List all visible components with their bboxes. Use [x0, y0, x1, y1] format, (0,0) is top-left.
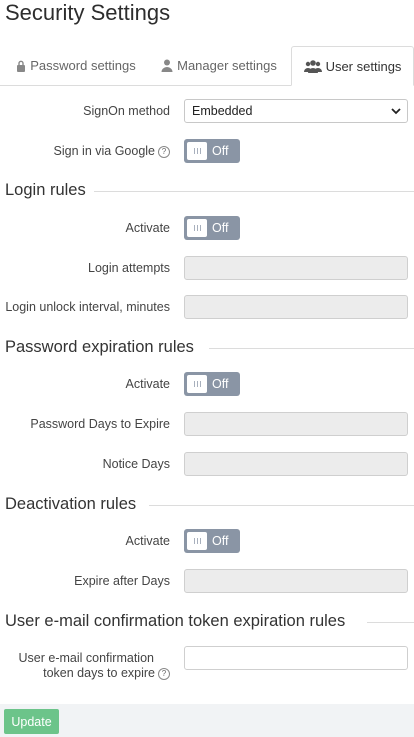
notice-days-label: Notice Days	[102, 457, 170, 471]
toggle-knob	[187, 375, 207, 393]
toggle-state: Off	[212, 377, 229, 391]
password-days-to-expire-label: Password Days to Expire	[30, 417, 170, 431]
email-token-days-label-line1: User e-mail confirmation	[18, 651, 154, 665]
help-icon[interactable]: ?	[158, 145, 170, 158]
toggle-knob	[187, 142, 207, 160]
login-activate-label: Activate	[125, 221, 170, 235]
lock-icon	[17, 60, 26, 72]
signon-method-label: SignOn method	[83, 104, 170, 118]
email-token-days-label-line2-text: token days to expire	[43, 666, 155, 680]
signon-method-select[interactable]: Embedded	[184, 99, 408, 123]
login-unlock-interval-label: Login unlock interval, minutes	[5, 300, 170, 314]
help-icon[interactable]: ?	[158, 667, 170, 680]
expire-after-days-input[interactable]	[184, 569, 408, 593]
email-token-days-input[interactable]	[184, 646, 408, 670]
login-activate-toggle[interactable]: Off	[184, 216, 240, 240]
toggle-knob	[187, 532, 207, 550]
toggle-state: Off	[212, 221, 229, 235]
google-signin-label-text: Sign in via Google	[53, 144, 155, 158]
section-title-login-rules: Login rules	[5, 181, 86, 199]
section-divider	[367, 622, 414, 623]
section-divider	[209, 348, 414, 349]
page-title: Security Settings	[5, 0, 171, 25]
google-signin-toggle[interactable]: Off	[184, 139, 240, 163]
update-button[interactable]: Update	[4, 709, 59, 734]
chevron-down-icon	[391, 108, 401, 115]
settings-tabs: Password settings Manager settings User …	[0, 46, 414, 86]
person-icon	[161, 59, 173, 72]
email-token-days-label-line2: token days to expire?	[19, 666, 170, 681]
signon-method-value: Embedded	[192, 104, 253, 118]
password-days-to-expire-input[interactable]	[184, 412, 408, 436]
deactivation-activate-toggle[interactable]: Off	[184, 529, 240, 553]
toggle-state: Off	[212, 534, 229, 548]
tab-user-settings[interactable]: User settings	[291, 46, 414, 86]
login-attempts-label: Login attempts	[88, 261, 170, 275]
toggle-state: Off	[212, 144, 229, 158]
section-title-deactivation: Deactivation rules	[5, 495, 137, 513]
password-activate-label: Activate	[125, 377, 170, 391]
google-signin-label: Sign in via Google?	[54, 144, 170, 159]
tab-manager-settings[interactable]: Manager settings	[152, 46, 286, 85]
expire-after-days-label: Expire after Days	[74, 574, 170, 588]
password-activate-toggle[interactable]: Off	[184, 372, 240, 396]
tab-password-settings-label: Password settings	[30, 58, 136, 73]
email-token-days-label: User e-mail confirmation token days to e…	[19, 651, 170, 681]
login-unlock-interval-input[interactable]	[184, 295, 408, 319]
section-divider	[149, 505, 414, 506]
users-icon	[303, 59, 322, 73]
tab-manager-settings-label: Manager settings	[177, 58, 277, 73]
section-divider	[94, 191, 414, 192]
tab-user-settings-label: User settings	[325, 58, 402, 74]
deactivation-activate-label: Activate	[125, 534, 170, 548]
footer-bar: Update	[0, 704, 414, 737]
section-title-password-expiration: Password expiration rules	[5, 338, 194, 356]
toggle-knob	[187, 219, 207, 237]
tab-password-settings[interactable]: Password settings	[6, 46, 146, 85]
notice-days-input[interactable]	[184, 452, 408, 476]
login-attempts-input[interactable]	[184, 256, 408, 280]
section-title-email-token-expiration: User e-mail confirmation token expiratio…	[5, 612, 346, 630]
